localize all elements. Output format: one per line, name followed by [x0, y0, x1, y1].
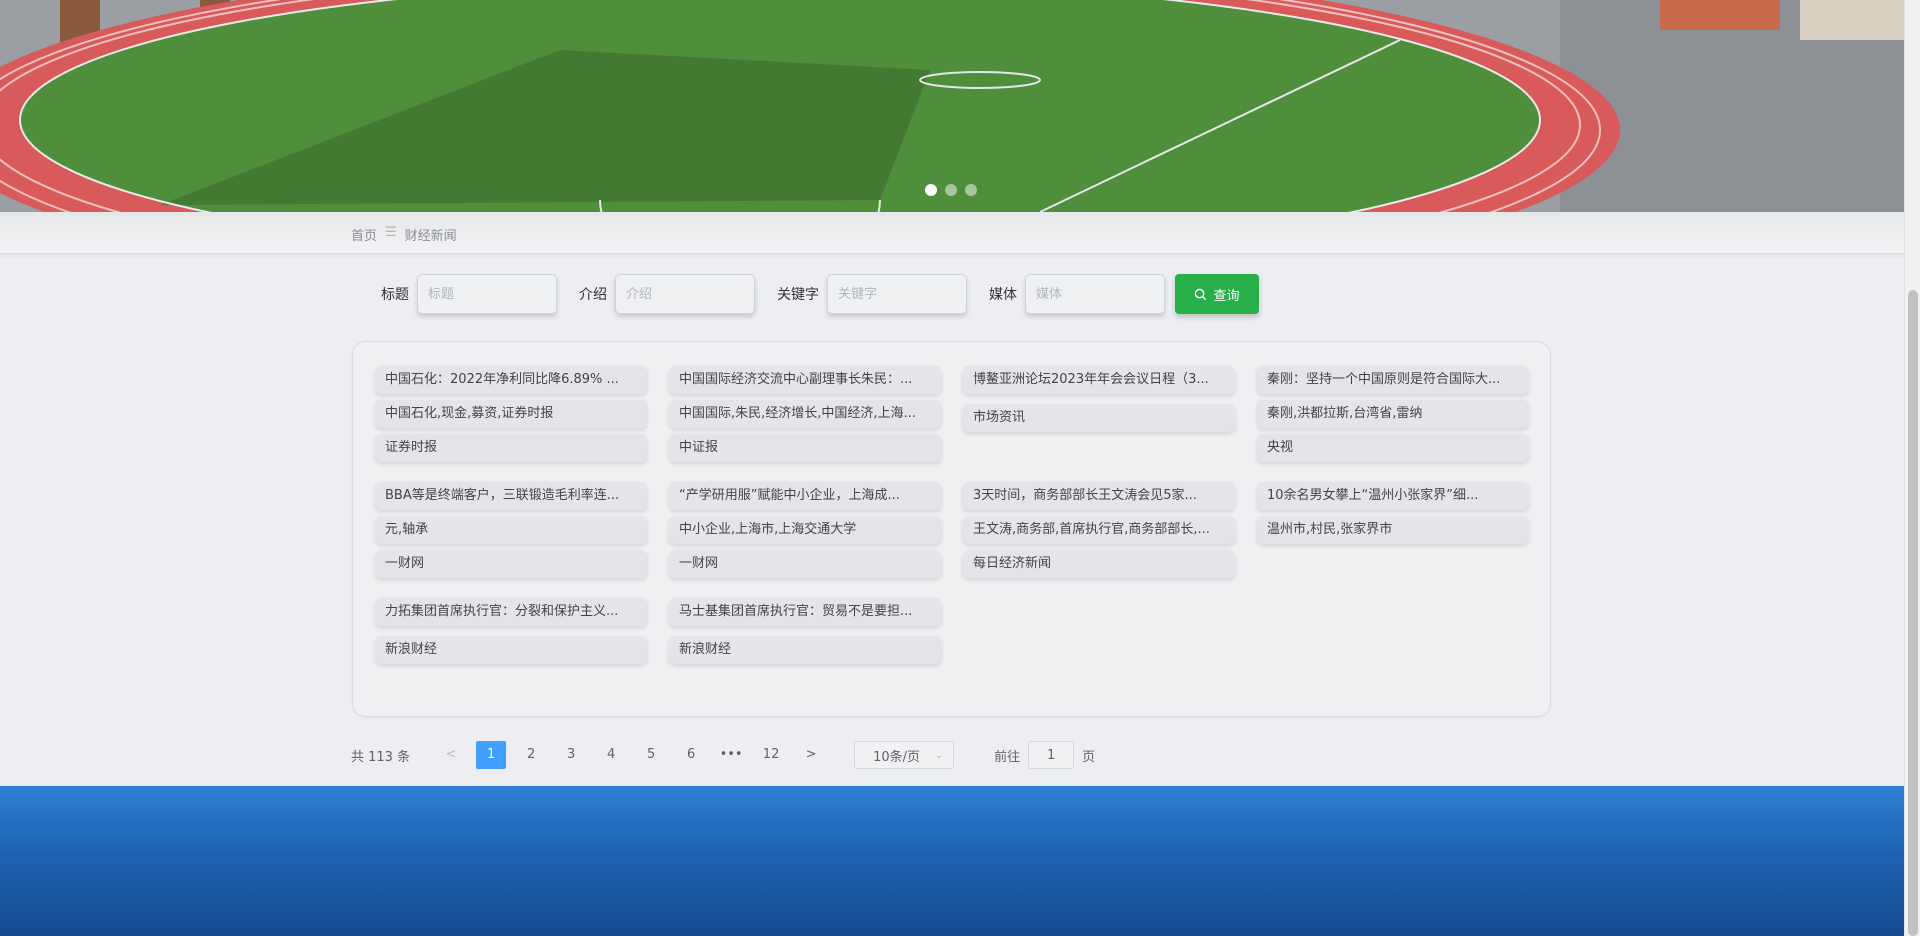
breadcrumb-bar: 首页 ☰ 财经新闻	[0, 212, 1904, 254]
media-input[interactable]	[1025, 274, 1165, 314]
total-count: 共 113 条	[351, 749, 411, 765]
news-keywords: 秦刚,洪都拉斯,台湾省,雷纳	[1257, 400, 1529, 428]
page-number[interactable]: 5	[636, 741, 666, 769]
keyword-label: 关键字	[777, 287, 819, 303]
news-keywords: 中国石化,现金,募资,证券时报	[375, 400, 647, 428]
news-card[interactable]: 力拓集团首席执行官：分裂和保护主义... 新浪财经	[375, 598, 647, 664]
news-panel: 中国石化：2022年净利同比降6.89% ... 中国石化,现金,募资,证券时报…	[352, 341, 1551, 717]
carousel-dot[interactable]	[945, 184, 957, 196]
page-number[interactable]: 6	[676, 741, 706, 769]
query-button[interactable]: 查询	[1175, 274, 1259, 314]
news-title[interactable]: 马士基集团首席执行官：贸易不是要担...	[669, 598, 941, 626]
news-card[interactable]: BBA等是终端客户，三联锻造毛利率连... 元,轴承 一财网	[375, 482, 647, 578]
next-page-button[interactable]: >	[796, 741, 826, 769]
news-keywords: 市场资讯	[963, 404, 1235, 432]
intro-field: 介绍	[579, 274, 755, 314]
intro-input[interactable]	[615, 274, 755, 314]
prev-page-button[interactable]: <	[436, 741, 466, 769]
page-size-select[interactable]: 10条/页 ⌄	[854, 741, 955, 769]
news-title[interactable]: 中国国际经济交流中心副理事长朱民：...	[669, 366, 941, 394]
banner-carousel[interactable]	[0, 0, 1904, 212]
goto-page-input[interactable]	[1028, 741, 1075, 769]
page-size-value: 10条/页	[873, 749, 921, 765]
query-button-label: 查询	[1213, 288, 1240, 304]
chevron-down-icon: ⌄	[934, 749, 944, 761]
news-title[interactable]: 中国石化：2022年净利同比降6.89% ...	[375, 366, 647, 394]
news-media: 中证报	[669, 434, 941, 462]
page-number[interactable]: 4	[596, 741, 626, 769]
page-number[interactable]: 3	[556, 741, 586, 769]
news-media: 一财网	[669, 550, 941, 578]
intro-label: 介绍	[579, 287, 607, 303]
news-title[interactable]: 3天时间，商务部部长王文涛会见5家...	[963, 482, 1235, 510]
banner-image	[0, 0, 1904, 212]
news-title[interactable]: 博鳌亚洲论坛2023年年会会议日程（3...	[963, 366, 1235, 394]
news-grid: 中国石化：2022年净利同比降6.89% ... 中国石化,现金,募资,证券时报…	[375, 366, 1529, 664]
more-pages-icon[interactable]: •••	[716, 741, 746, 769]
news-title[interactable]: BBA等是终端客户，三联锻造毛利率连...	[375, 482, 647, 510]
page-number[interactable]: 2	[516, 741, 546, 769]
search-form: 标题 介绍 关键字 媒体 查询	[381, 274, 1259, 314]
media-field: 媒体	[989, 274, 1165, 314]
media-label: 媒体	[989, 287, 1017, 303]
keyword-input[interactable]	[827, 274, 967, 314]
news-keywords: 中国国际,朱民,经济增长,中国经济,上海...	[669, 400, 941, 428]
news-media: 新浪财经	[669, 636, 941, 664]
news-media: 每日经济新闻	[963, 550, 1235, 578]
title-label: 标题	[381, 287, 409, 303]
news-media: 证券时报	[375, 434, 647, 462]
news-keywords: 温州市,村民,张家界市	[1257, 516, 1529, 544]
news-keywords: 王文涛,商务部,首席执行官,商务部部长,...	[963, 516, 1235, 544]
title-field: 标题	[381, 274, 557, 314]
carousel-indicators	[925, 184, 977, 196]
news-card[interactable]: 中国石化：2022年净利同比降6.89% ... 中国石化,现金,募资,证券时报…	[375, 366, 647, 462]
news-card[interactable]: 中国国际经济交流中心副理事长朱民：... 中国国际,朱民,经济增长,中国经济,上…	[669, 366, 941, 462]
news-title[interactable]: 力拓集团首席执行官：分裂和保护主义...	[375, 598, 647, 626]
title-input[interactable]	[417, 274, 557, 314]
goto-prefix: 前往	[994, 749, 1021, 765]
carousel-dot[interactable]	[965, 184, 977, 196]
goto-page: 前往 页	[994, 741, 1095, 769]
keyword-field: 关键字	[777, 274, 967, 314]
news-card[interactable]: “产学研用服”赋能中小企业，上海成... 中小企业,上海市,上海交通大学 一财网	[669, 482, 941, 578]
page-number[interactable]: 1	[476, 741, 507, 769]
goto-suffix: 页	[1082, 749, 1096, 765]
news-title[interactable]: “产学研用服”赋能中小企业，上海成...	[669, 482, 941, 510]
news-keywords: 中小企业,上海市,上海交通大学	[669, 516, 941, 544]
breadcrumb: 首页 ☰ 财经新闻	[351, 225, 457, 244]
footer	[0, 786, 1904, 936]
news-media: 新浪财经	[375, 636, 647, 664]
news-card[interactable]: 博鳌亚洲论坛2023年年会会议日程（3... 市场资讯	[963, 366, 1235, 462]
news-media: 一财网	[375, 550, 647, 578]
news-card[interactable]: 10余名男女攀上“温州小张家界”细... 温州市,村民,张家界市	[1257, 482, 1529, 578]
breadcrumb-home[interactable]: 首页	[351, 225, 377, 244]
news-card[interactable]: 马士基集团首席执行官：贸易不是要担... 新浪财经	[669, 598, 941, 664]
pagination: 共 113 条 < 1 2 3 4 5 6 ••• 12 > 10条/页 ⌄ 前…	[351, 741, 1095, 769]
scrollbar[interactable]	[1904, 0, 1920, 936]
carousel-dot[interactable]	[925, 184, 937, 196]
news-card[interactable]: 秦刚：坚持一个中国原则是符合国际大... 秦刚,洪都拉斯,台湾省,雷纳 央视	[1257, 366, 1529, 462]
news-media: 央视	[1257, 434, 1529, 462]
breadcrumb-separator-icon: ☰	[385, 225, 397, 240]
scrollbar-thumb[interactable]	[1908, 290, 1918, 936]
news-card[interactable]: 3天时间，商务部部长王文涛会见5家... 王文涛,商务部,首席执行官,商务部部长…	[963, 482, 1235, 578]
search-icon	[1195, 288, 1207, 300]
news-title[interactable]: 10余名男女攀上“温州小张家界”细...	[1257, 482, 1529, 510]
breadcrumb-current: 财经新闻	[404, 229, 457, 244]
news-title[interactable]: 秦刚：坚持一个中国原则是符合国际大...	[1257, 366, 1529, 394]
page-number[interactable]: 12	[756, 741, 786, 769]
news-keywords: 元,轴承	[375, 516, 647, 544]
